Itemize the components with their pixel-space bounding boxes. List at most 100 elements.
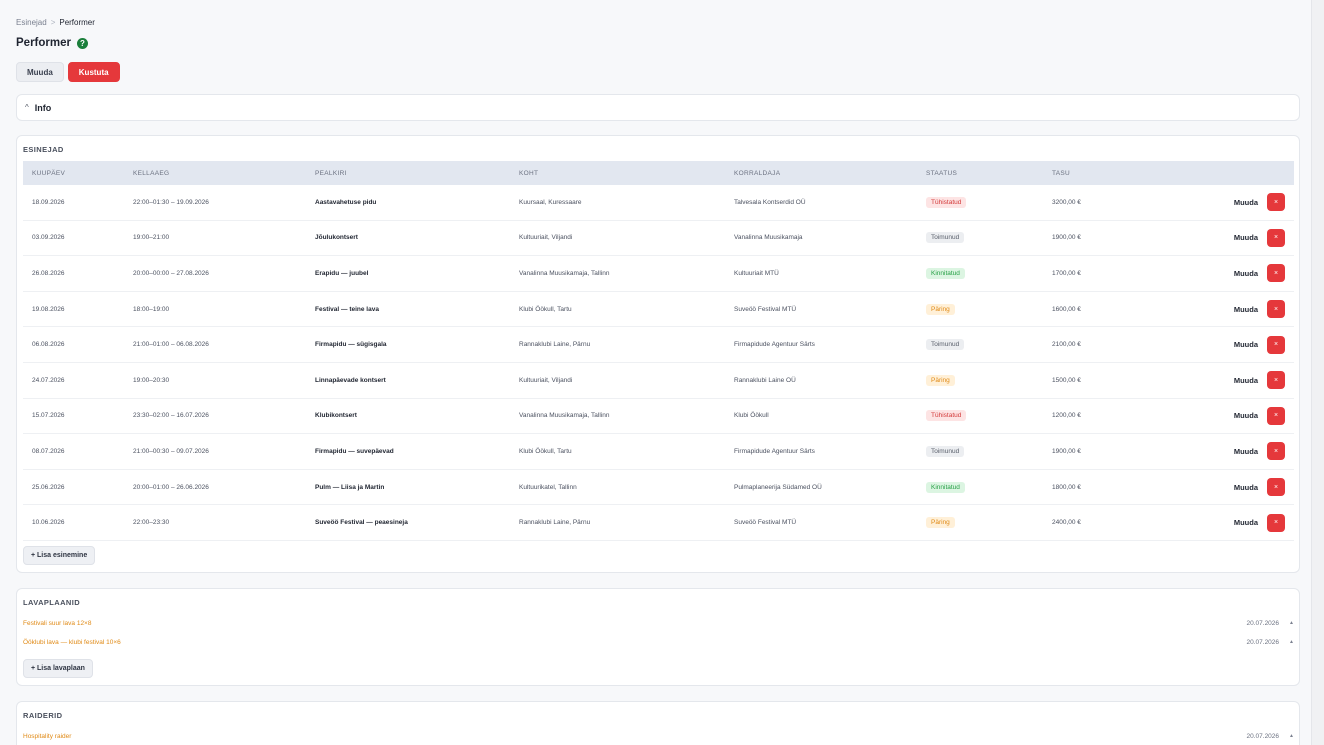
cell-time: 20:00–00:00 – 27.08.2026 (133, 269, 209, 277)
page-scrollbar[interactable] (1311, 0, 1324, 745)
cell-time: 21:00–00:30 – 09.07.2026 (133, 447, 209, 455)
cell-time: 19:00–21:00 (133, 234, 170, 242)
cell-title: Suveöö Festival — peaesineja (315, 519, 408, 527)
column-header-status[interactable]: STAATUS (914, 170, 1039, 177)
row-delete-button[interactable]: × (1267, 513, 1285, 532)
cell-fee: 1900,00 € (1052, 234, 1081, 242)
row-edit-button[interactable]: Muuda (1234, 483, 1258, 492)
row-delete-button[interactable]: × (1267, 442, 1285, 461)
row-edit-button[interactable]: Muuda (1234, 376, 1258, 385)
cell-date: 08.07.2026 (32, 447, 65, 455)
cell-date: 03.09.2026 (32, 234, 65, 242)
list-item: Hospitality raider 20.07.2026 ▲ (23, 733, 1294, 740)
row-delete-button[interactable]: × (1267, 228, 1285, 247)
row-edit-button[interactable]: Muuda (1234, 518, 1258, 527)
row-edit-button[interactable]: Muuda (1234, 269, 1258, 278)
cell-fee: 1600,00 € (1052, 305, 1081, 313)
cell-date: 10.06.2026 (32, 519, 65, 527)
row-delete-button[interactable]: × (1267, 371, 1285, 390)
cell-actions: Muuda × (1189, 300, 1294, 319)
row-delete-button[interactable]: × (1267, 406, 1285, 425)
cell-time: 19:00–20:30 (133, 376, 170, 384)
cell-status: Kinnitatud (914, 481, 1039, 493)
caret-up-icon[interactable]: ▲ (1289, 733, 1294, 740)
row-edit-button[interactable]: Muuda (1234, 305, 1258, 314)
stage-plan-link[interactable]: Ööklubi lava — klubi festival 10×6 (23, 639, 121, 646)
cell-status: Päring (914, 303, 1039, 315)
performances-table: KUUPÄEV KELLAAEG PEALKIRI KOHT KORRALDAJ… (23, 161, 1294, 541)
delete-button[interactable]: Kustuta (67, 62, 120, 82)
info-panel-toggle[interactable]: ^ Info (16, 94, 1300, 121)
row-delete-button[interactable]: × (1267, 300, 1285, 319)
table-row: 06.08.2026 21:00–01:00 – 06.08.2026 Firmap… (23, 327, 1294, 363)
stage-plan-link[interactable]: Festivali suur lava 12×8 (23, 620, 91, 627)
column-header-place[interactable]: KOHT (514, 170, 724, 177)
caret-up-icon[interactable]: ▲ (1289, 639, 1294, 646)
lavaplaanid-title: LAVAPLAANID (23, 598, 81, 607)
raiderid-title: RAIDERID (23, 711, 63, 720)
rider-link[interactable]: Hospitality raider (23, 733, 71, 740)
cell-time: 20:00–01:00 – 26.06.2026 (133, 483, 209, 491)
add-performance-button[interactable]: + Lisa esinemine (23, 546, 96, 565)
table-header: KUUPÄEV KELLAAEG PEALKIRI KOHT KORRALDAJ… (23, 161, 1294, 185)
cell-organizer: Pulmaplaneerija Südamed OÜ (734, 483, 822, 491)
cell-fee: 1200,00 € (1052, 412, 1081, 420)
row-edit-button[interactable]: Muuda (1234, 340, 1258, 349)
cell-actions: Muuda × (1189, 264, 1294, 283)
cell-title: Erapidu — juubel (315, 269, 369, 277)
cell-organizer: Rannaklubi Laine OÜ (734, 376, 796, 384)
cell-place: Rannaklubi Laine, Pärnu (519, 341, 591, 349)
status-badge: Toimunud (926, 232, 965, 244)
edit-button[interactable]: Muuda (16, 62, 64, 82)
cell-actions: Muuda × (1189, 371, 1294, 390)
cell-time: 18:00–19:00 (133, 305, 170, 313)
cell-status: Kinnitatud (914, 267, 1039, 279)
row-delete-button[interactable]: × (1267, 264, 1285, 283)
column-header-time[interactable]: KELLAAEG (124, 170, 310, 177)
cell-organizer: Vanalinna Muusikamaja (734, 234, 803, 242)
breadcrumb-current: Performer (59, 18, 95, 27)
cell-place: Klubi Öökull, Tartu (519, 305, 572, 313)
cell-time: 22:00–23:30 (133, 519, 170, 527)
column-header-title[interactable]: PEALKIRI (310, 170, 514, 177)
chevron-up-icon: ^ (25, 103, 29, 112)
row-edit-button[interactable]: Muuda (1234, 198, 1258, 207)
cell-place: Kuursaal, Kuressaare (519, 198, 582, 206)
cell-title: Jõulukontsert (315, 234, 358, 242)
table-body: 18.09.2026 22:00–01:30 – 19.09.2026 Aastav… (23, 185, 1294, 541)
cell-place: Rannaklubi Laine, Pärnu (519, 519, 591, 527)
column-header-organizer[interactable]: KORRALDAJA (724, 170, 914, 177)
row-delete-button[interactable]: × (1267, 193, 1285, 212)
page-actions: Muuda Kustuta (16, 62, 120, 82)
cell-status: Toimunud (914, 339, 1039, 351)
cell-title: Klubikontsert (315, 412, 357, 420)
row-edit-button[interactable]: Muuda (1234, 447, 1258, 456)
status-badge: Tühistatud (926, 196, 967, 208)
cell-title: Firmapidu — sügisgala (315, 341, 387, 349)
cell-date: 19.08.2026 (32, 305, 65, 313)
cell-time: 22:00–01:30 – 19.09.2026 (133, 198, 209, 206)
question-circle-icon[interactable]: ? (76, 37, 88, 49)
caret-up-icon[interactable]: ▲ (1289, 620, 1294, 627)
row-delete-button[interactable]: × (1267, 478, 1285, 497)
row-edit-button[interactable]: Muuda (1234, 411, 1258, 420)
cell-fee: 3200,00 € (1052, 198, 1081, 206)
column-header-date[interactable]: KUUPÄEV (23, 170, 124, 177)
column-header-fee[interactable]: TASU (1039, 170, 1189, 177)
add-stage-plan-button[interactable]: + Lisa lavaplaan (23, 659, 93, 678)
cell-organizer: Firmapidude Agentuur Särts (734, 447, 815, 455)
esinejad-title: ESINEJAD (23, 145, 64, 154)
page-title: Performer (16, 37, 71, 49)
raiderid-section: RAIDERID Hospitality raider 20.07.2026 ▲ (16, 701, 1300, 745)
cell-actions: Muuda × (1189, 335, 1294, 354)
breadcrumb-parent[interactable]: Esinejad (16, 18, 47, 27)
row-delete-button[interactable]: × (1267, 335, 1285, 354)
breadcrumb-separator: > (50, 18, 56, 27)
cell-place: Kultuurikatel, Tallinn (519, 483, 577, 491)
row-edit-button[interactable]: Muuda (1234, 233, 1258, 242)
table-row: 18.09.2026 22:00–01:30 – 19.09.2026 Aastav… (23, 185, 1294, 221)
cell-place: Kultuuriait, Viljandi (519, 376, 573, 384)
status-badge: Päring (926, 303, 955, 315)
status-badge: Kinnitatud (926, 267, 965, 279)
cell-actions: Muuda × (1189, 193, 1294, 212)
